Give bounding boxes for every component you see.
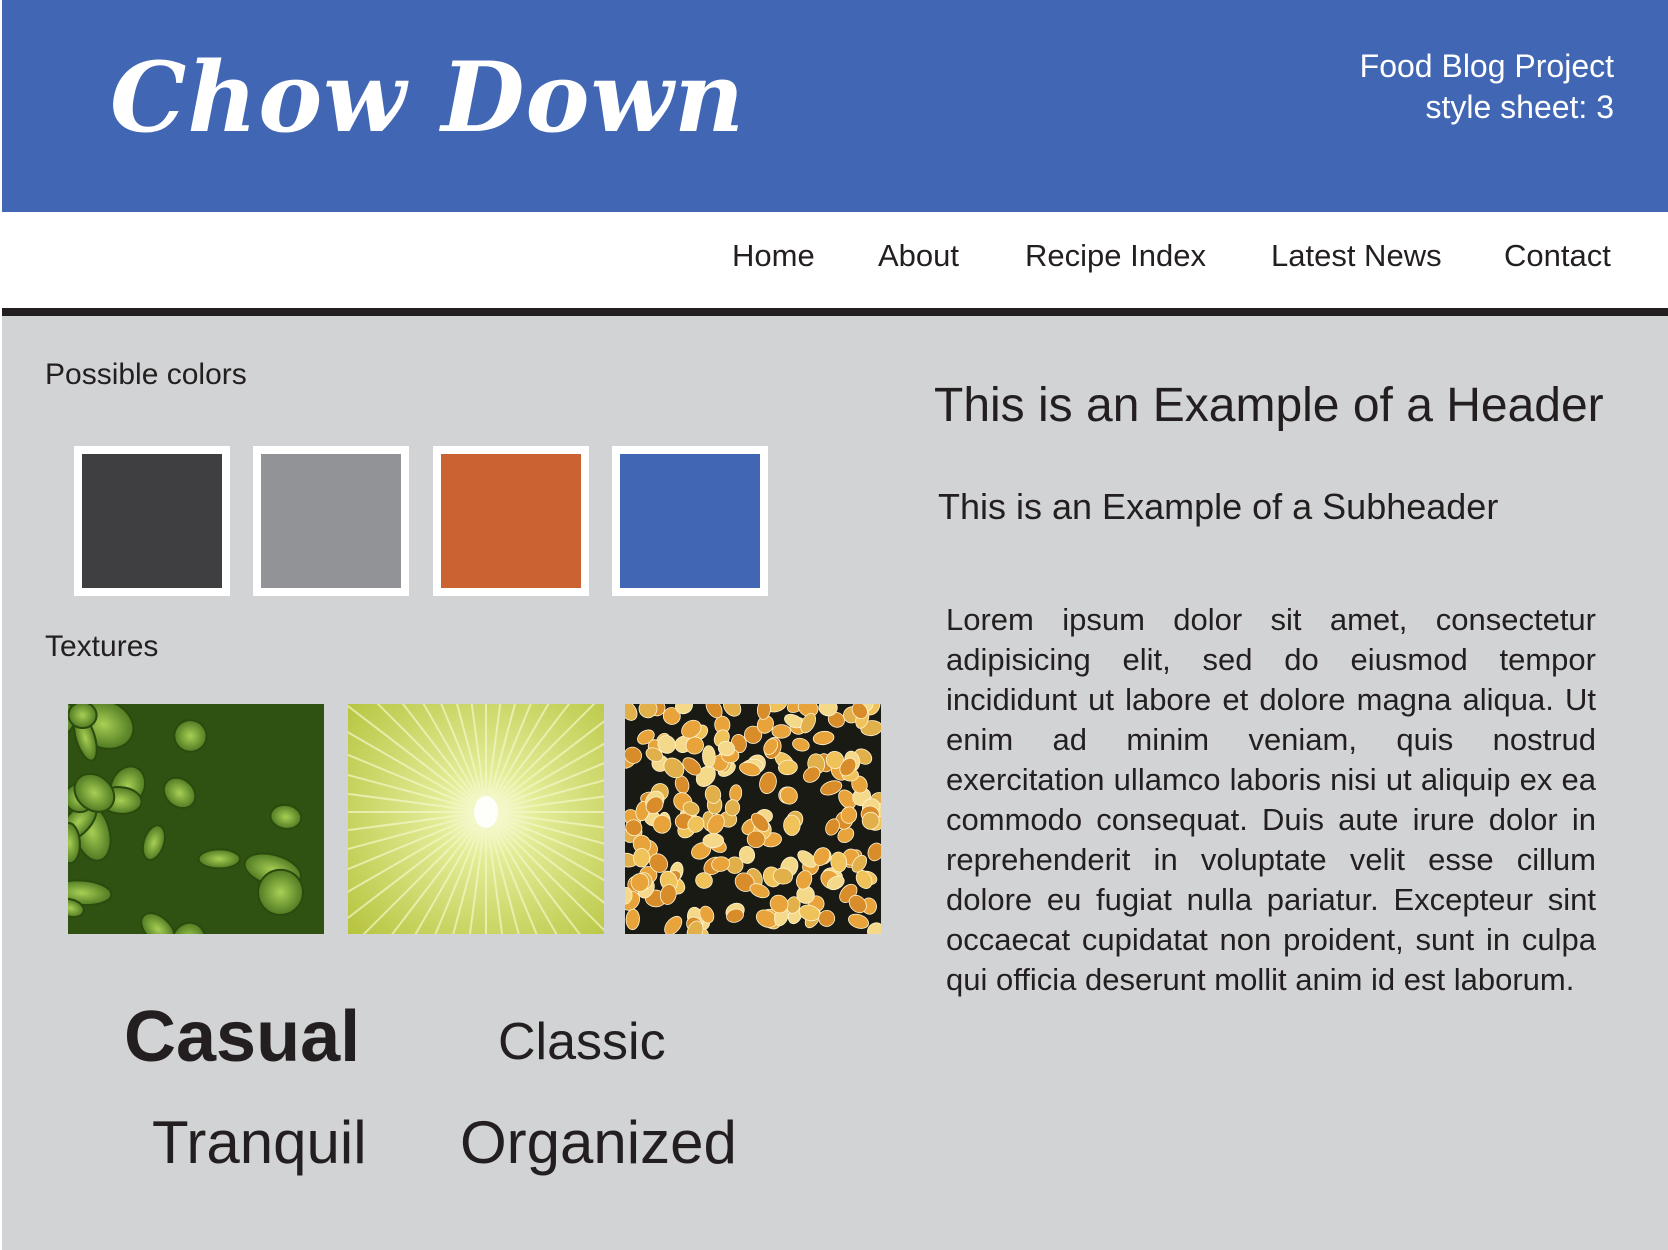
style-sheet-number: style sheet: 3 — [1425, 89, 1614, 125]
color-swatch-blue — [612, 446, 768, 596]
example-body-text: Lorem ipsum dolor sit amet, consectetur … — [946, 602, 1596, 997]
corn-kernel — [746, 830, 766, 849]
nav-divider — [2, 308, 1668, 316]
colors-label: Possible colors — [45, 358, 247, 391]
mood-word-classic: Classic — [498, 1013, 666, 1071]
swatch-fill — [620, 454, 760, 588]
mood-word-casual: Casual — [124, 997, 361, 1077]
swatch-fill — [261, 454, 401, 588]
leaf-blob — [257, 868, 305, 916]
color-swatch-dark-gray — [74, 446, 230, 596]
example-subheader: This is an Example of a Subheader — [938, 486, 1499, 527]
nav-recipe-index[interactable]: Recipe Index — [1025, 238, 1206, 274]
corn-kernel — [783, 814, 801, 836]
example-header: This is an Example of a Header — [934, 379, 1604, 432]
corn-kernel — [771, 724, 792, 739]
site-header: Chow Down Food Blog Project style sheet:… — [2, 0, 1668, 212]
swatch-fill — [441, 454, 581, 588]
textures-label: Textures — [45, 630, 159, 663]
lime-texture — [348, 704, 604, 934]
corn-texture — [625, 704, 881, 934]
lettuce-texture — [68, 704, 324, 934]
nav-home[interactable]: Home — [732, 238, 815, 274]
color-swatch-orange — [433, 446, 589, 596]
nav-latest-news[interactable]: Latest News — [1271, 238, 1442, 274]
swatch-fill — [82, 454, 222, 588]
mood-word-tranquil: Tranquil — [152, 1109, 367, 1176]
leaf-blob — [197, 848, 242, 870]
project-title: Food Blog Project — [1359, 48, 1614, 84]
nav-contact[interactable]: Contact — [1504, 238, 1611, 274]
mood-word-organized: Organized — [460, 1109, 737, 1176]
project-info: Food Blog Project style sheet: 3 — [1360, 46, 1614, 128]
main-navigation: Home About Recipe Index Latest News Cont… — [2, 212, 1668, 310]
corn-kernel — [702, 833, 724, 849]
corn-kernel — [702, 745, 716, 768]
color-swatch-gray — [253, 446, 409, 596]
nav-about[interactable]: About — [878, 238, 959, 274]
site-logo[interactable]: Chow Down — [110, 50, 745, 146]
